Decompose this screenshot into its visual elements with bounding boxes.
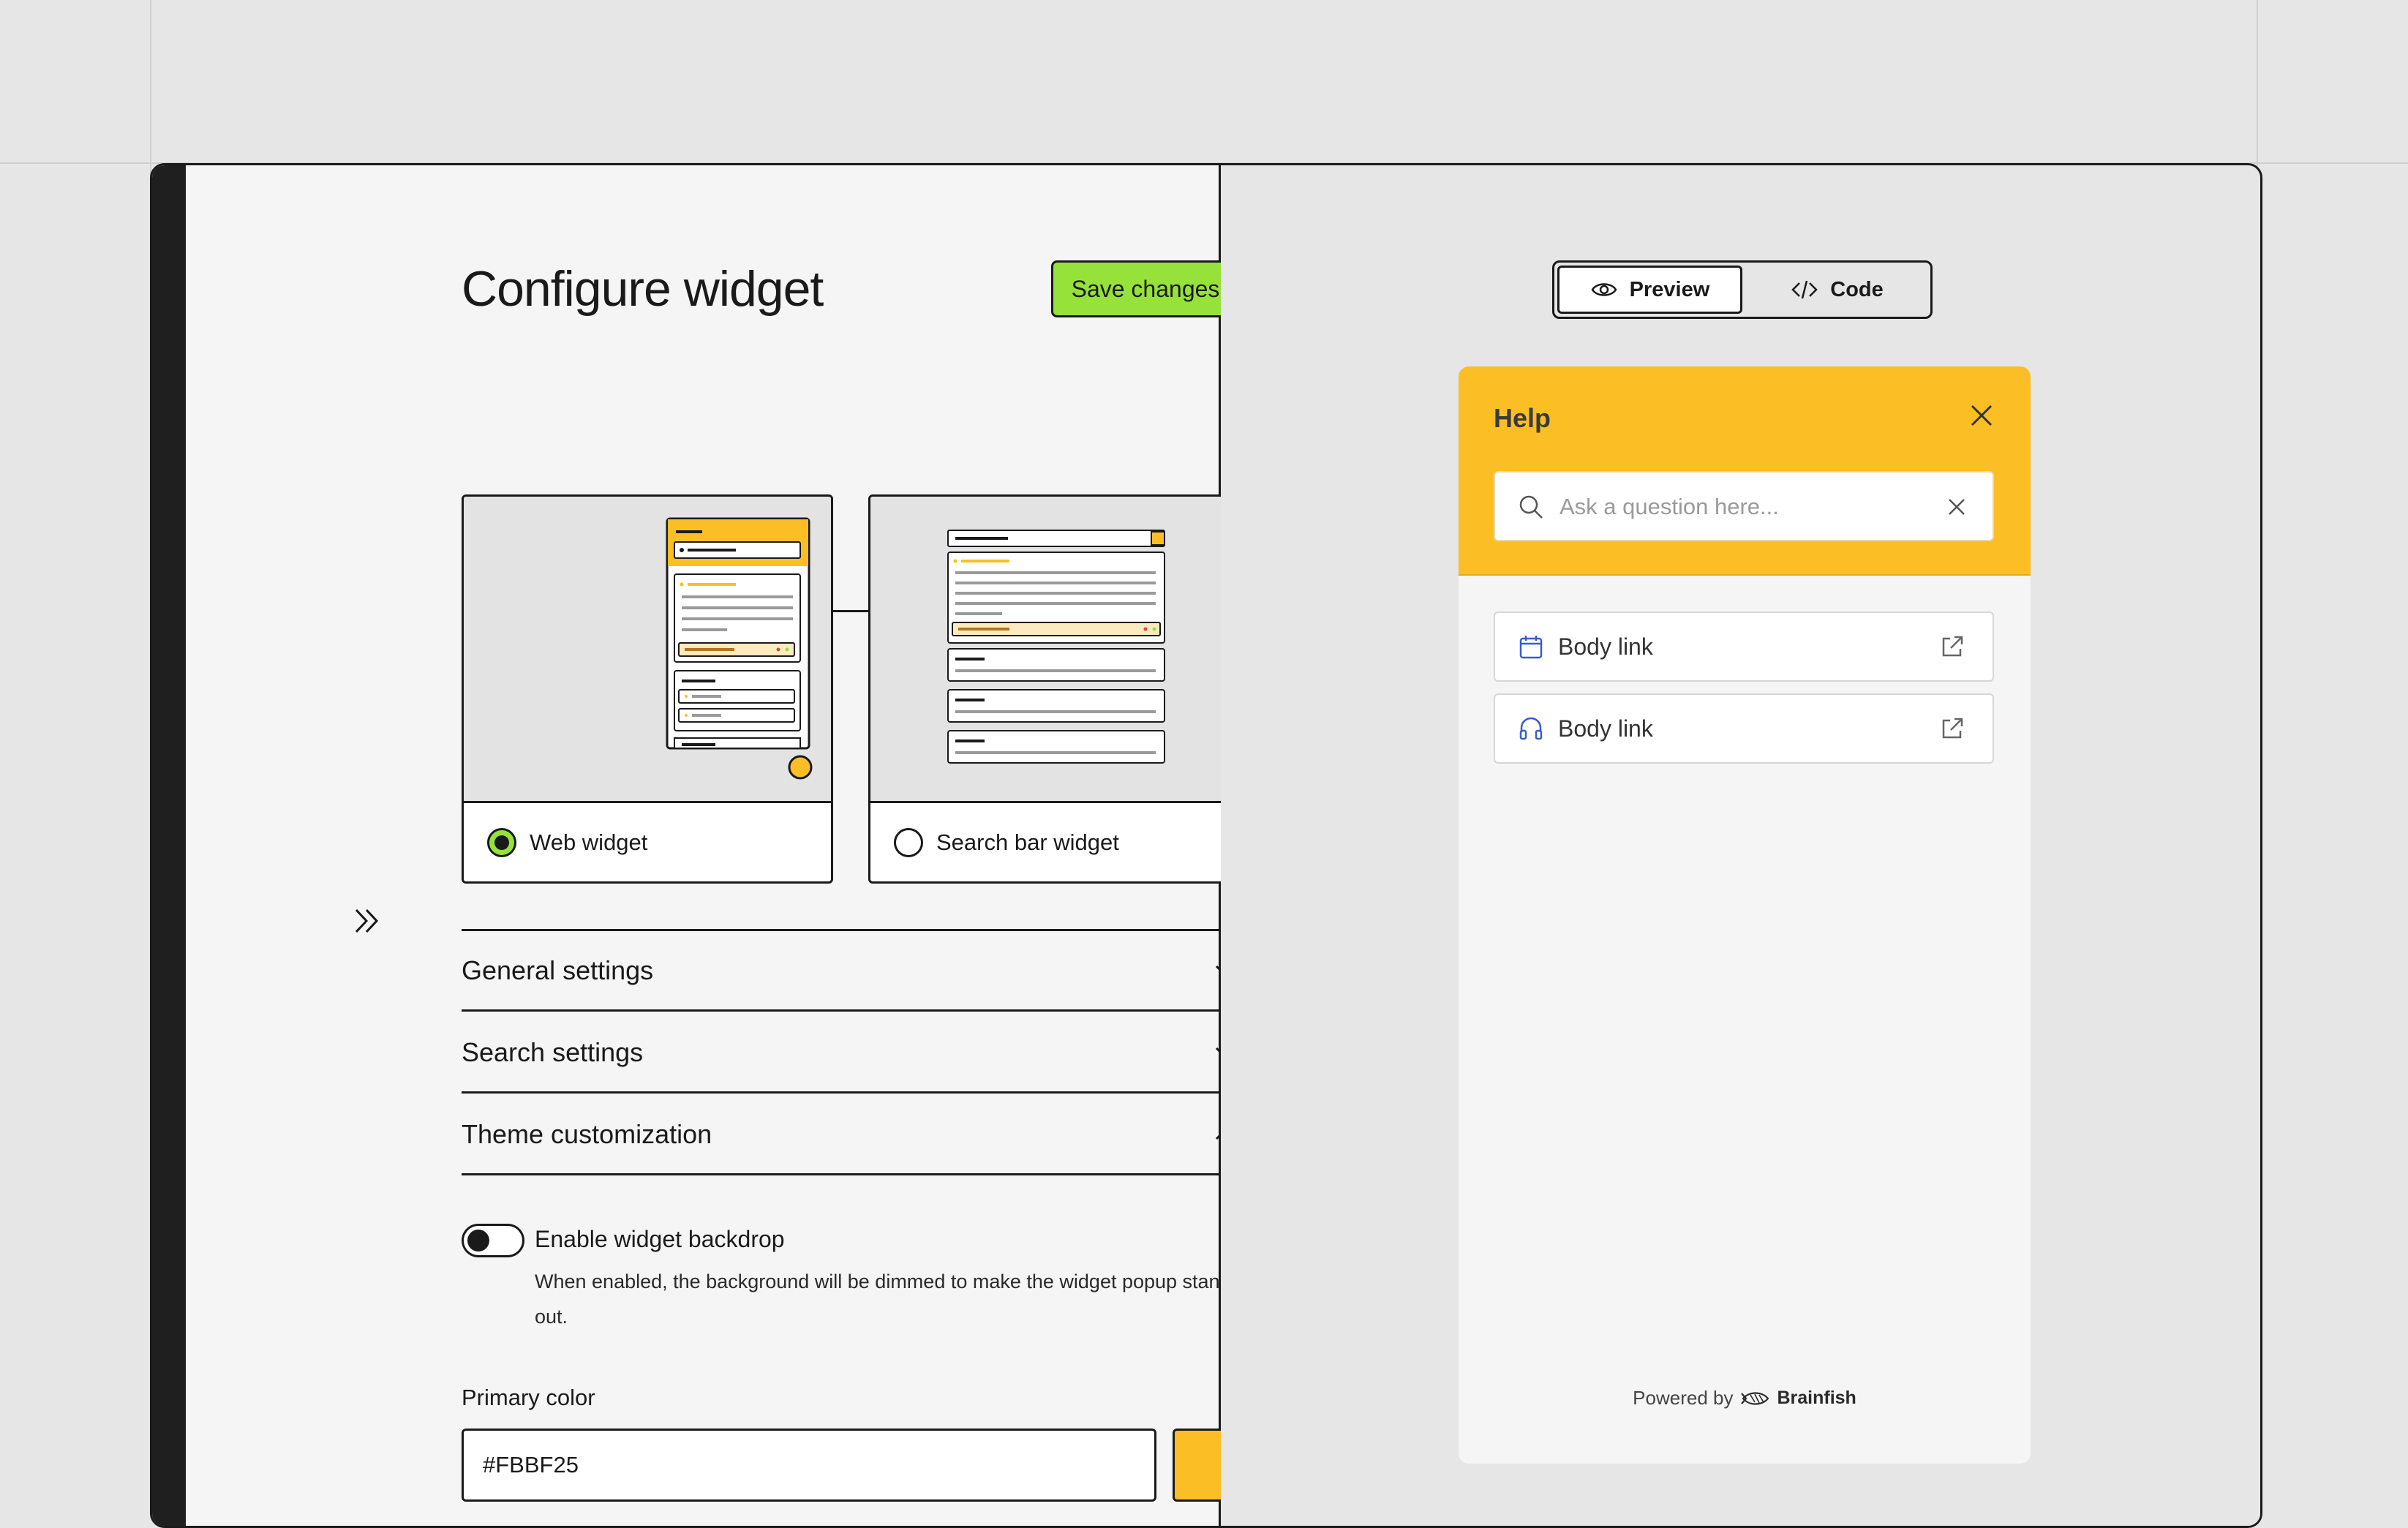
powered-by-label: Powered by — [1633, 1387, 1734, 1409]
help-widget-header: Help — [1459, 366, 2031, 576]
radio-selected-icon[interactable] — [487, 827, 516, 857]
web-widget-illustration — [464, 497, 831, 803]
app-window: Configure widget Save changes Widget typ… — [150, 163, 2262, 1528]
search-bar-widget-illustration — [870, 497, 1238, 803]
close-icon[interactable] — [1965, 399, 1998, 432]
powered-by: Powered by Brainfish — [1459, 1387, 2031, 1410]
tab-preview-label: Preview — [1629, 277, 1710, 301]
web-widget-label: Web widget — [530, 829, 648, 855]
tab-code-label: Code — [1830, 277, 1884, 301]
tab-code[interactable]: Code — [1747, 266, 1927, 314]
body-link-label: Body link — [1558, 715, 1653, 742]
primary-color-input[interactable] — [462, 1429, 1156, 1502]
double-chevron-right-icon[interactable] — [350, 903, 387, 939]
section-general-settings[interactable]: General settings — [462, 931, 1241, 1012]
calendar-icon — [1519, 636, 1543, 659]
web-widget-option[interactable]: Web widget — [464, 803, 831, 881]
widget-backdrop-toggle[interactable] — [462, 1224, 524, 1257]
sidebar-rail — [152, 165, 186, 1526]
brand-name: Brainfish — [1777, 1388, 1856, 1408]
external-link-icon — [1942, 636, 1963, 657]
fish-icon — [1741, 1391, 1769, 1405]
help-widget-preview: Help Ask a question here... Body link Bo… — [1459, 366, 2031, 1464]
body-link-label: Body link — [1558, 633, 1653, 660]
widget-type-card-web[interactable]: Web widget — [462, 494, 833, 884]
eye-icon — [1591, 283, 1617, 296]
section-general-settings-label: General settings — [462, 955, 654, 985]
help-search-box — [1494, 471, 1994, 541]
widget-backdrop-description: When enabled, the background will be dim… — [535, 1271, 1231, 1328]
page-title: Configure widget — [462, 261, 824, 317]
search-bar-widget-label: Search bar widget — [936, 829, 1119, 855]
body-link-row[interactable]: Body link — [1494, 693, 1994, 764]
radio-unselected-icon[interactable] — [894, 827, 923, 857]
brainfish-logo[interactable]: Brainfish — [1740, 1388, 1856, 1409]
code-icon — [1791, 280, 1818, 299]
preview-panel: Preview Code Help Ask a question here...… — [1221, 165, 2260, 1526]
help-search-input[interactable] — [1558, 473, 1912, 541]
body-link-row[interactable]: Body link — [1494, 611, 1994, 682]
config-panel: Configure widget Save changes Widget typ… — [186, 165, 1241, 1526]
search-icon — [1519, 495, 1543, 519]
preview-code-toggle: Preview Code — [1552, 260, 1933, 319]
widget-backdrop-title: Enable widget backdrop — [535, 1226, 785, 1252]
help-widget-title: Help — [1494, 403, 1551, 433]
clear-icon[interactable] — [1943, 493, 1971, 521]
search-bar-widget-option[interactable]: Search bar widget — [870, 803, 1238, 881]
section-search-settings-label: Search settings — [462, 1036, 644, 1067]
headset-icon — [1519, 717, 1543, 740]
section-theme-customization-label: Theme customization — [462, 1118, 712, 1149]
tab-preview[interactable]: Preview — [1557, 266, 1742, 314]
section-search-settings[interactable]: Search settings — [462, 1013, 1241, 1094]
save-changes-button[interactable]: Save changes — [1051, 260, 1240, 317]
section-theme-customization[interactable]: Theme customization — [462, 1095, 1241, 1175]
external-link-icon — [1942, 718, 1963, 739]
primary-color-label: Primary color — [462, 1385, 595, 1410]
widget-type-card-search-bar[interactable]: Search bar widget — [868, 494, 1240, 884]
